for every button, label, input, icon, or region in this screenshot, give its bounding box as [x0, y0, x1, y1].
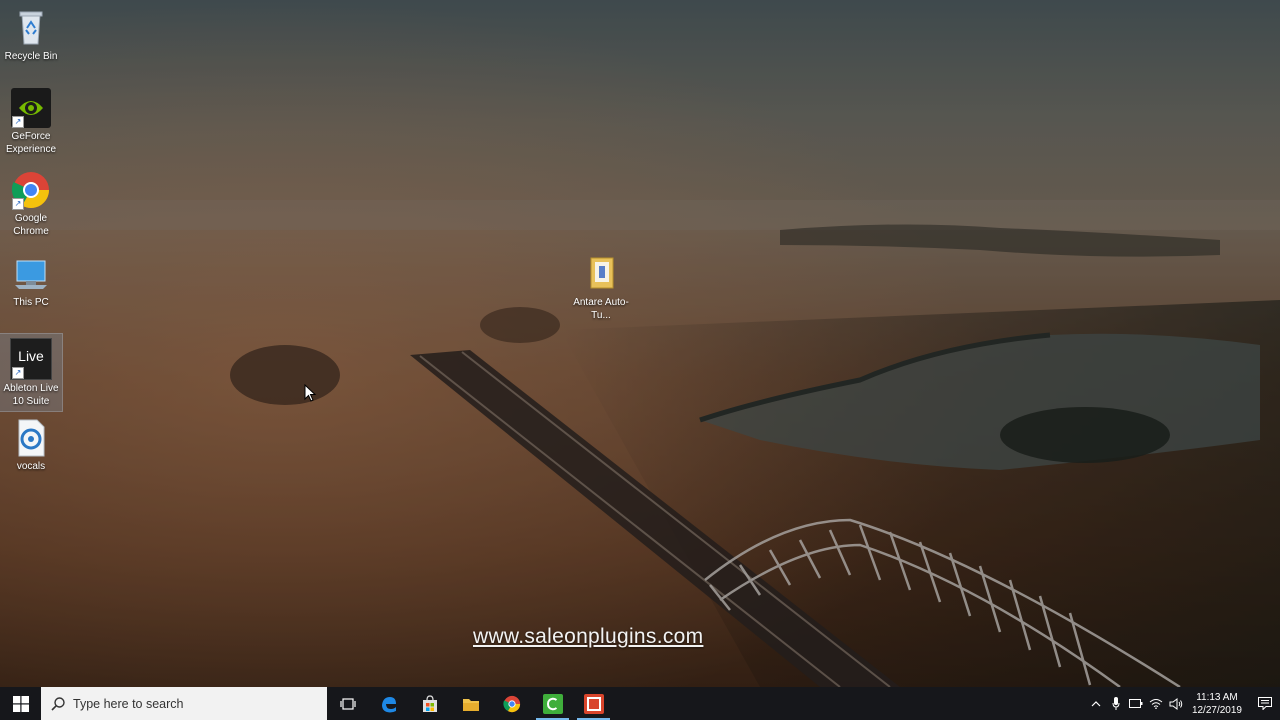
ableton-live-glyph-text: Live	[18, 348, 44, 364]
audio-file-icon	[11, 418, 51, 458]
desktop-icon-label: This PC	[13, 297, 49, 308]
desktop-icon-vocals[interactable]: vocals	[0, 414, 62, 476]
taskbar-edge-button[interactable]	[368, 687, 409, 720]
taskbar-camtasia-editor-button[interactable]	[573, 687, 614, 720]
desktop-icon-label: Recycle Bin	[4, 51, 58, 62]
search-placeholder: Type here to search	[73, 696, 184, 711]
start-icon	[12, 695, 29, 712]
desktop-icon-this-pc[interactable]: This PC	[0, 250, 62, 312]
microphone-tray-button[interactable]	[1106, 687, 1126, 720]
shortcut-arrow-icon: ↗	[12, 116, 24, 128]
geforce-experience-icon: ↗	[11, 88, 51, 128]
desktop-icon-label: GeForce Experience	[5, 131, 57, 155]
chrome-icon: ↗	[11, 170, 51, 210]
taskbar: Type here to search 11:13 AM 12/27/2019	[0, 687, 1280, 720]
camtasia-editor-icon	[583, 693, 604, 714]
camtasia-recorder-icon	[542, 693, 563, 714]
system-tray: 11:13 AM 12/27/2019	[1086, 687, 1280, 720]
chrome-icon	[502, 695, 520, 712]
this-pc-icon	[11, 254, 51, 294]
battery-icon	[1128, 699, 1143, 708]
notification-icon	[1258, 697, 1272, 710]
action-center-button[interactable]	[1250, 687, 1280, 720]
taskbar-file-explorer-button[interactable]	[450, 687, 491, 720]
edge-icon	[381, 696, 396, 712]
folder-icon	[581, 254, 621, 294]
desktop-icon-geforce-experience[interactable]: ↗ GeForce Experience	[0, 84, 62, 159]
desktop-icon-antare-auto-tune[interactable]: Antare Auto-Tu...	[570, 250, 632, 325]
chevron-up-icon	[1091, 700, 1101, 706]
mouse-cursor-icon	[304, 383, 318, 402]
wifi-tray-button[interactable]	[1146, 687, 1166, 720]
show-hidden-icons-button[interactable]	[1086, 687, 1106, 720]
microphone-icon	[1112, 696, 1120, 710]
store-icon	[422, 694, 437, 712]
desktop-icon-ableton-live[interactable]: Live ↗ Ableton Live 10 Suite	[0, 333, 63, 412]
desktop-icon-label: Ableton Live 10 Suite	[3, 383, 59, 407]
shortcut-arrow-icon: ↗	[12, 367, 24, 379]
search-icon	[51, 696, 65, 711]
taskbar-store-button[interactable]	[409, 687, 450, 720]
volume-tray-button[interactable]	[1166, 687, 1186, 720]
taskbar-chrome-button[interactable]	[491, 687, 532, 720]
wifi-icon	[1149, 699, 1163, 709]
taskbar-search-box[interactable]: Type here to search	[41, 687, 327, 720]
file-explorer-icon	[462, 698, 479, 711]
task-view-button[interactable]	[327, 687, 368, 720]
desktop-icon-label: Antare Auto-Tu...	[573, 297, 629, 321]
desktop-icon-label: vocals	[16, 461, 46, 472]
clock-date: 12/27/2019	[1191, 704, 1242, 716]
desktop-icon-label: Google Chrome	[13, 213, 49, 237]
start-button[interactable]	[0, 687, 41, 720]
ableton-live-icon: Live ↗	[10, 338, 52, 380]
desktop-icon-recycle-bin[interactable]: Recycle Bin	[0, 4, 62, 66]
battery-tray-button[interactable]	[1126, 687, 1146, 720]
taskbar-clock[interactable]: 11:13 AM 12/27/2019	[1186, 691, 1250, 717]
clock-time: 11:13 AM	[1196, 691, 1238, 703]
recycle-bin-icon	[11, 8, 51, 48]
watermark-url: www.saleonplugins.com	[473, 625, 704, 648]
desktop-icon-google-chrome[interactable]: ↗ Google Chrome	[0, 166, 62, 241]
task-view-icon	[339, 697, 356, 710]
desktop-wallpaper	[0, 0, 1280, 687]
taskbar-camtasia-recorder-button[interactable]	[532, 687, 573, 720]
shortcut-arrow-icon: ↗	[12, 198, 24, 210]
volume-icon	[1169, 697, 1183, 710]
